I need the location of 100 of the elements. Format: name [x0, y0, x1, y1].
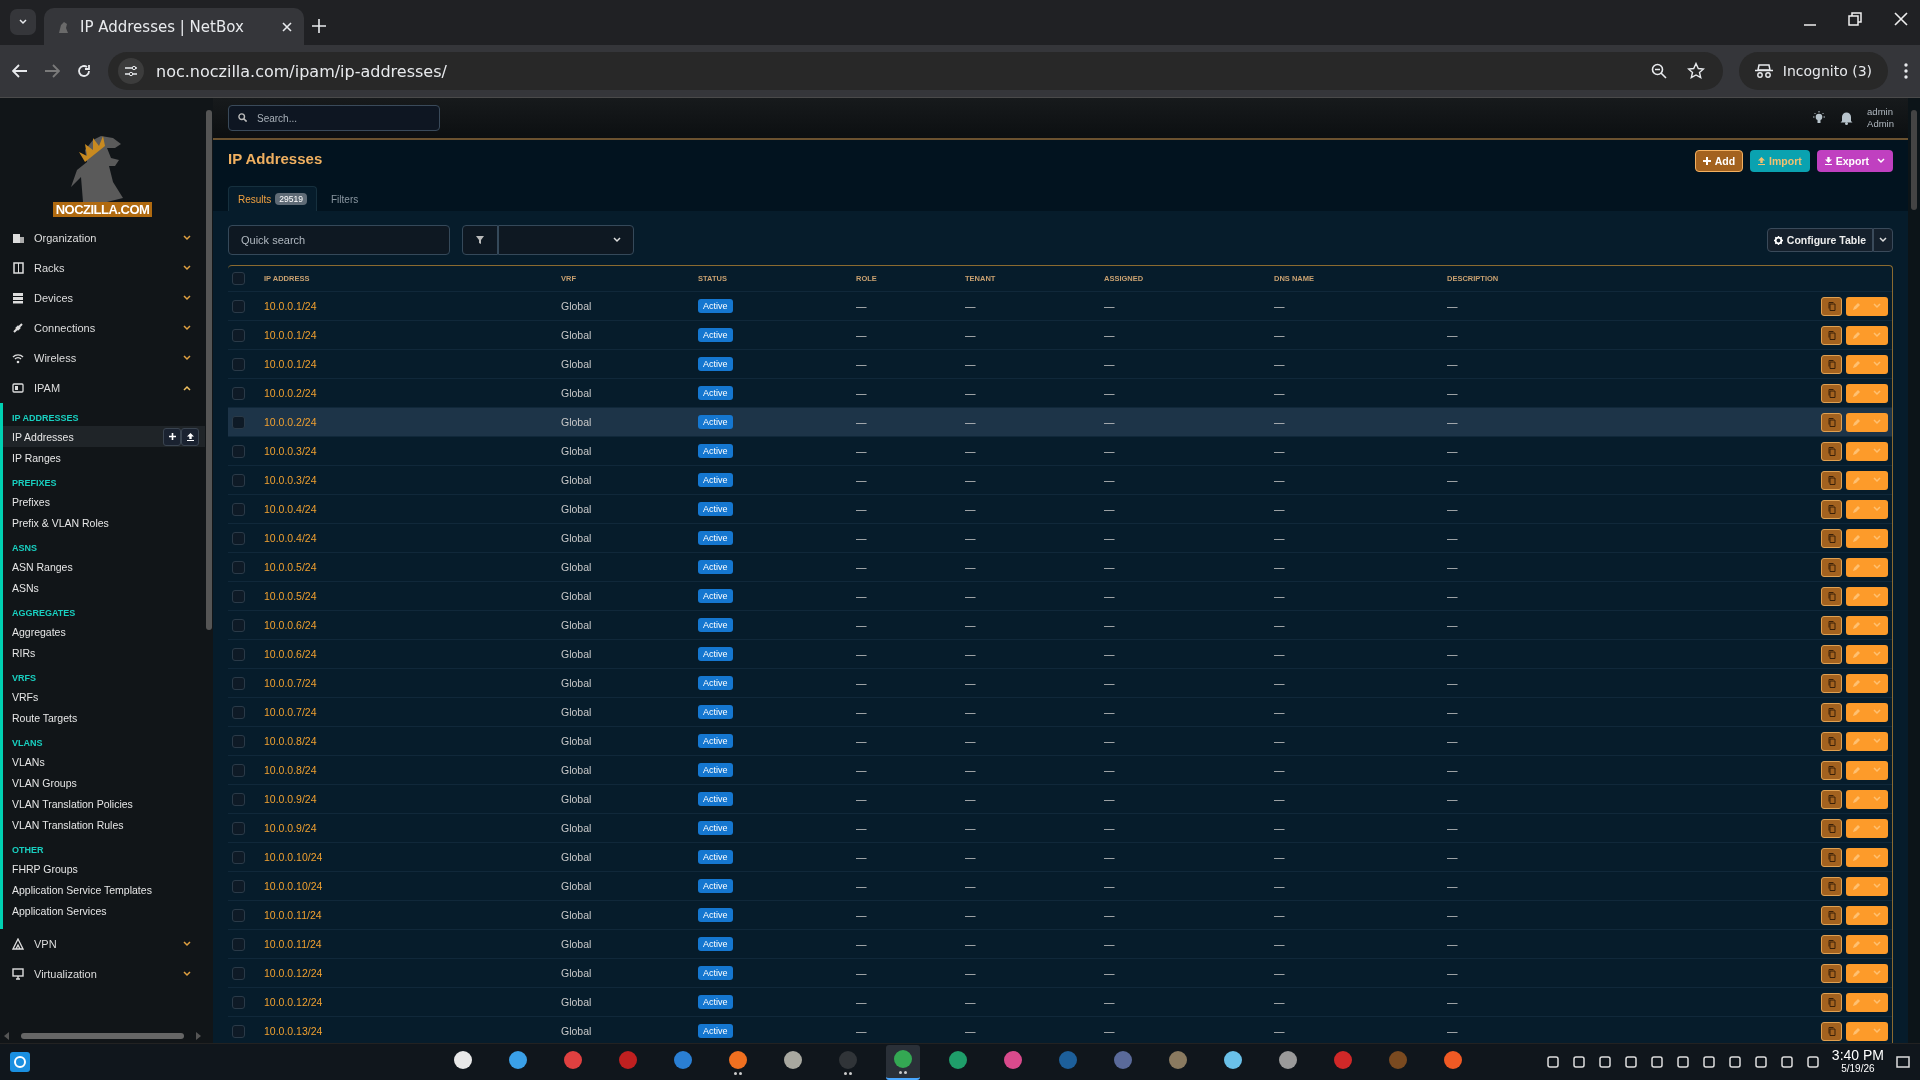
sidebar-group[interactable]: IPAM — [0, 373, 205, 403]
close-icon[interactable] — [282, 21, 292, 32]
sidebar-group[interactable]: Organization — [0, 223, 205, 253]
ip-address-link[interactable]: 10.0.0.11/24 — [264, 909, 561, 921]
checkbox[interactable] — [232, 763, 245, 777]
sidebar-item-label[interactable]: Prefixes — [12, 495, 199, 508]
sidebar-item-label[interactable]: VLANs — [12, 755, 199, 768]
configure-table-button[interactable]: Configure Table — [1766, 228, 1873, 252]
table-row[interactable]: 10.0.0.4/24 Global Active — — — — — — [228, 495, 1892, 524]
table-row[interactable]: 10.0.0.11/24 Global Active — — — — — — [228, 901, 1892, 930]
sidebar-group[interactable]: Devices — [0, 283, 205, 313]
tray-icon[interactable] — [1597, 1055, 1612, 1069]
edit-button[interactable] — [1846, 673, 1888, 693]
table-row[interactable]: 10.0.0.1/24 Global Active — — — — — — [228, 292, 1892, 321]
ip-address-link[interactable]: 10.0.0.8/24 — [264, 764, 561, 776]
copy-button[interactable] — [1821, 615, 1842, 635]
browser-tab[interactable]: IP Addresses | NetBox — [44, 8, 304, 45]
copy-button[interactable] — [1821, 1021, 1842, 1041]
edit-button[interactable] — [1846, 963, 1888, 983]
edit-button[interactable] — [1846, 354, 1888, 374]
checkbox[interactable] — [232, 444, 245, 458]
checkbox[interactable] — [232, 473, 245, 487]
sidebar-item[interactable]: Prefix & VLAN Roles — [3, 512, 205, 533]
edit-button[interactable] — [1846, 557, 1888, 577]
ip-address-link[interactable]: 10.0.0.7/24 — [264, 677, 561, 689]
add-button[interactable]: Add — [1694, 150, 1744, 172]
checkbox[interactable] — [232, 1024, 245, 1038]
checkbox[interactable] — [232, 502, 245, 516]
checkbox[interactable] — [232, 589, 245, 603]
copy-button[interactable] — [1821, 992, 1842, 1012]
checkbox[interactable] — [232, 328, 245, 342]
filter-button[interactable] — [462, 225, 498, 255]
edit-button[interactable] — [1846, 586, 1888, 606]
sidebar-item[interactable]: VLAN Groups — [3, 772, 205, 793]
export-button[interactable]: Export — [1816, 150, 1893, 172]
incognito-button[interactable]: Incognito (3) — [1738, 52, 1888, 90]
sidebar-item[interactable]: Route Targets — [3, 707, 205, 728]
ip-address-link[interactable]: 10.0.0.2/24 — [264, 387, 561, 399]
copy-button[interactable] — [1821, 847, 1842, 867]
checkbox[interactable] — [232, 966, 245, 980]
sidebar-item[interactable]: Aggregates — [3, 621, 205, 642]
ip-address-link[interactable]: 10.0.0.12/24 — [264, 967, 561, 979]
edit-button[interactable] — [1846, 992, 1888, 1012]
sidebar-item[interactable]: IP Ranges — [3, 447, 205, 468]
sidebar-item[interactable]: VLAN Translation Rules — [3, 814, 205, 835]
ip-address-link[interactable]: 10.0.0.12/24 — [264, 996, 561, 1008]
checkbox[interactable] — [232, 879, 245, 893]
tray-icon[interactable] — [1675, 1055, 1690, 1069]
checkbox[interactable] — [232, 995, 245, 1009]
checkbox[interactable] — [232, 386, 245, 400]
sidebar-item-label[interactable]: ASNs — [12, 581, 199, 594]
checkbox[interactable] — [232, 531, 245, 545]
sidebar-item[interactable]: RIRs — [3, 642, 205, 663]
table-row[interactable]: 10.0.0.4/24 Global Active — — — — — — [228, 524, 1892, 553]
ip-address-link[interactable]: 10.0.0.10/24 — [264, 851, 561, 863]
sidebar-item[interactable]: FHRP Groups — [3, 858, 205, 879]
tab[interactable]: Filters — [321, 186, 369, 211]
table-row[interactable]: 10.0.0.5/24 Global Active — — — — — — [228, 582, 1892, 611]
sidebar-item-label[interactable]: Application Services — [12, 904, 199, 917]
checkbox[interactable] — [232, 937, 245, 951]
reload-icon[interactable] — [76, 63, 92, 79]
copy-button[interactable] — [1821, 905, 1842, 925]
sidebar-item-label[interactable]: VLAN Translation Policies — [12, 797, 199, 810]
username[interactable]: admin — [1867, 106, 1894, 118]
tray-icon[interactable] — [1805, 1055, 1820, 1069]
tray-icon[interactable] — [1649, 1055, 1664, 1069]
ip-address-link[interactable]: 10.0.0.1/24 — [264, 300, 561, 312]
edit-button[interactable] — [1846, 325, 1888, 345]
sidebar-group[interactable]: Wireless — [0, 343, 205, 373]
sidebar-item-label[interactable]: VRFs — [12, 690, 199, 703]
edit-button[interactable] — [1846, 818, 1888, 838]
ip-address-link[interactable]: 10.0.0.3/24 — [264, 474, 561, 486]
sidebar-item-label[interactable]: IP Ranges — [12, 451, 199, 464]
checkbox[interactable] — [232, 705, 245, 719]
table-row[interactable]: 10.0.0.1/24 Global Active — — — — — — [228, 321, 1892, 350]
add-button[interactable] — [163, 427, 181, 446]
ip-address-link[interactable]: 10.0.0.6/24 — [264, 648, 561, 660]
sidebar-group[interactable]: Virtualization — [0, 959, 205, 989]
ip-address-link[interactable]: 10.0.0.9/24 — [264, 822, 561, 834]
clock-time[interactable]: 3:40 PM — [1831, 1048, 1884, 1062]
edit-button[interactable] — [1846, 470, 1888, 490]
sidebar-item-label[interactable]: VLAN Translation Rules — [12, 818, 199, 831]
edit-button[interactable] — [1846, 1021, 1888, 1041]
tab-list-button[interactable] — [10, 9, 36, 35]
table-row[interactable]: 10.0.0.3/24 Global Active — — — — — — [228, 437, 1892, 466]
clock-date[interactable]: 5/19/26 — [1841, 1062, 1875, 1076]
restore-icon[interactable] — [1848, 12, 1862, 26]
sidebar-item[interactable]: Application Service Templates — [3, 879, 205, 900]
sidebar-item-label[interactable]: Application Service Templates — [12, 883, 199, 896]
sidebar-item[interactable]: VRFs — [3, 686, 205, 707]
sidebar-item-label[interactable]: Prefix & VLAN Roles — [12, 516, 199, 529]
table-row[interactable]: 10.0.0.8/24 Global Active — — — — — — [228, 727, 1892, 756]
checkbox[interactable] — [232, 272, 245, 285]
copy-button[interactable] — [1821, 528, 1842, 548]
notifications-icon[interactable] — [1896, 1055, 1910, 1069]
table-row[interactable]: 10.0.0.7/24 Global Active — — — — — — [228, 698, 1892, 727]
copy-button[interactable] — [1821, 441, 1842, 461]
copy-button[interactable] — [1821, 789, 1842, 809]
scrollbar-thumb[interactable] — [206, 110, 212, 630]
address-bar[interactable]: noc.noczilla.com/ipam/ip-addresses/ — [108, 52, 1723, 90]
